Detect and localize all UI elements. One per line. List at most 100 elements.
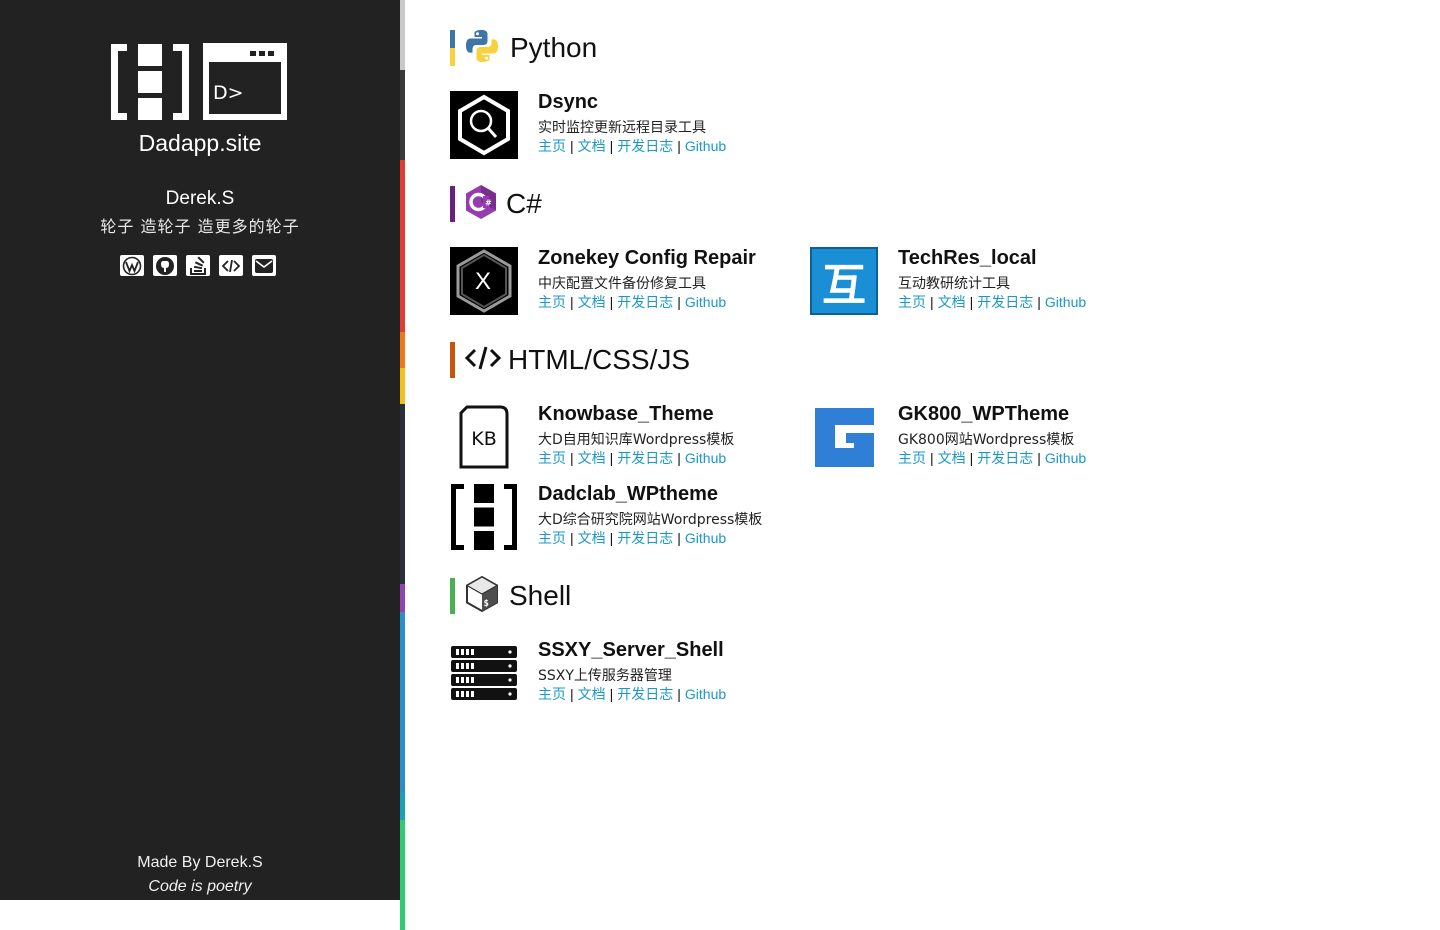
project-title[interactable]: Knowbase_Theme bbox=[538, 403, 714, 426]
knowbase-icon[interactable]: KB bbox=[450, 403, 518, 471]
section-title: Shell bbox=[509, 580, 572, 611]
docs-link[interactable]: 文档 bbox=[578, 531, 606, 547]
zonekey-icon[interactable]: X bbox=[450, 247, 518, 315]
github-link[interactable]: Github bbox=[685, 686, 726, 702]
project-links: 主页 | 文档 | 开发日志 | Github bbox=[898, 448, 1086, 468]
code-icon[interactable] bbox=[219, 255, 243, 276]
project-links: 主页 | 文档 | 开发日志 | Github bbox=[538, 448, 726, 468]
section-accent-bar bbox=[450, 578, 455, 614]
github-link[interactable]: Github bbox=[1045, 450, 1086, 466]
docs-link[interactable]: 文档 bbox=[578, 687, 606, 703]
github-icon[interactable] bbox=[153, 255, 177, 276]
separator: | bbox=[969, 294, 974, 310]
social-links bbox=[120, 255, 276, 276]
home-link[interactable]: 主页 bbox=[538, 295, 566, 311]
changelog-link[interactable]: 开发日志 bbox=[617, 295, 673, 311]
project-title[interactable]: Dsync bbox=[538, 91, 598, 114]
project-card-dadclab: Dadclab_WPtheme 大D综合研究院网站Wordpress模板 主页 |… bbox=[450, 483, 790, 553]
scrollbar-thumb[interactable] bbox=[400, 0, 405, 70]
project-title[interactable]: Dadclab_WPtheme bbox=[538, 483, 718, 506]
separator: | bbox=[609, 686, 614, 702]
separator: | bbox=[969, 450, 974, 466]
section-title: C# bbox=[506, 188, 542, 219]
shell-icon: $ bbox=[464, 575, 500, 618]
docs-link[interactable]: 文档 bbox=[938, 451, 966, 467]
changelog-link[interactable]: 开发日志 bbox=[617, 687, 673, 703]
changelog-link[interactable]: 开发日志 bbox=[977, 451, 1033, 467]
project-links: 主页 | 文档 | 开发日志 | Github bbox=[538, 136, 726, 156]
project-description: GK800网站Wordpress模板 bbox=[898, 432, 1075, 448]
home-link[interactable]: 主页 bbox=[538, 531, 566, 547]
github-link[interactable]: Github bbox=[685, 138, 726, 154]
project-card-techres: 互 TechRes_local 互动教研统计工具 主页 | 文档 | 开发日志 | Gith… bbox=[810, 247, 1150, 317]
project-links: 主页 | 文档 | 开发日志 | Github bbox=[538, 528, 726, 548]
project-title[interactable]: TechRes_local bbox=[898, 247, 1037, 270]
dadclab-icon[interactable] bbox=[450, 483, 518, 551]
section-title: Python bbox=[510, 32, 598, 63]
github-link[interactable]: Github bbox=[685, 450, 726, 466]
changelog-link[interactable]: 开发日志 bbox=[977, 295, 1033, 311]
site-name[interactable]: Dadapp.site bbox=[0, 130, 400, 157]
separator: | bbox=[930, 294, 934, 310]
home-link[interactable]: 主页 bbox=[538, 139, 566, 155]
separator: | bbox=[570, 686, 574, 702]
home-link[interactable]: 主页 bbox=[898, 451, 926, 467]
svg-text:D>: D> bbox=[213, 82, 244, 104]
separator: | bbox=[609, 138, 614, 154]
project-title[interactable]: Zonekey Config Repair bbox=[538, 247, 756, 270]
docs-link[interactable]: 文档 bbox=[578, 451, 606, 467]
project-links: 主页 | 文档 | 开发日志 | Github bbox=[538, 292, 726, 312]
docs-link[interactable]: 文档 bbox=[938, 295, 966, 311]
sidebar: D> Dadapp.site Derek.S 轮子 造轮子 造更多的轮子 Mad… bbox=[0, 0, 400, 900]
separator: | bbox=[677, 450, 681, 466]
project-description: 实时监控更新远程目录工具 bbox=[538, 120, 706, 136]
project-description: SSXY上传服务器管理 bbox=[538, 668, 672, 684]
footer-credit: Made By Derek.S bbox=[137, 854, 263, 871]
separator: | bbox=[609, 294, 614, 310]
separator: | bbox=[570, 294, 574, 310]
separator: | bbox=[930, 450, 934, 466]
docs-link[interactable]: 文档 bbox=[578, 295, 606, 311]
techres-icon-glyph: 互 bbox=[822, 260, 866, 311]
section-web: HTML/CSS/JS bbox=[450, 342, 690, 378]
section-accent-bar bbox=[450, 186, 455, 222]
server-rack-icon[interactable] bbox=[450, 639, 518, 707]
section-title: HTML/CSS/JS bbox=[508, 344, 691, 375]
changelog-link[interactable]: 开发日志 bbox=[617, 451, 673, 467]
main-content: Python Dsync 实时监控更新远程目录工具 主页 | 文档 | 开发日志 | Git… bbox=[450, 0, 1410, 900]
home-link[interactable]: 主页 bbox=[538, 451, 566, 467]
stack-overflow-icon[interactable] bbox=[186, 255, 210, 276]
project-title[interactable]: GK800_WPTheme bbox=[898, 403, 1069, 426]
code-brackets-icon bbox=[464, 340, 502, 381]
mail-icon[interactable] bbox=[252, 255, 276, 276]
techres-icon[interactable]: 互 bbox=[810, 247, 878, 315]
footer-motto: Code is poetry bbox=[148, 878, 252, 895]
separator: | bbox=[677, 530, 681, 546]
section-accent-bar bbox=[450, 30, 455, 66]
site-logo[interactable]: D> bbox=[109, 42, 289, 127]
changelog-link[interactable]: 开发日志 bbox=[617, 139, 673, 155]
project-title[interactable]: SSXY_Server_Shell bbox=[538, 639, 724, 662]
separator: | bbox=[609, 450, 614, 466]
separator: | bbox=[677, 294, 681, 310]
github-link[interactable]: Github bbox=[685, 530, 726, 546]
separator: | bbox=[570, 138, 574, 154]
dsync-icon[interactable] bbox=[450, 91, 518, 159]
github-link[interactable]: Github bbox=[1045, 294, 1086, 310]
wordpress-icon[interactable] bbox=[120, 255, 144, 276]
project-description: 互动教研统计工具 bbox=[898, 276, 1010, 292]
svg-text:$: $ bbox=[484, 599, 489, 609]
home-link[interactable]: 主页 bbox=[898, 295, 926, 311]
github-link[interactable]: Github bbox=[685, 294, 726, 310]
section-shell: $ Shell bbox=[450, 575, 572, 614]
docs-link[interactable]: 文档 bbox=[578, 139, 606, 155]
svg-text:X: X bbox=[475, 268, 491, 295]
project-links: 主页 | 文档 | 开发日志 | Github bbox=[898, 292, 1086, 312]
separator: | bbox=[677, 686, 681, 702]
section-accent-bar bbox=[450, 342, 455, 378]
separator: | bbox=[1037, 450, 1041, 466]
home-link[interactable]: 主页 bbox=[538, 687, 566, 703]
project-card-knowbase: KB Knowbase_Theme 大D自用知识库Wordpress模板 主页 |… bbox=[450, 403, 790, 473]
gk800-icon[interactable] bbox=[810, 403, 878, 471]
changelog-link[interactable]: 开发日志 bbox=[617, 531, 673, 547]
